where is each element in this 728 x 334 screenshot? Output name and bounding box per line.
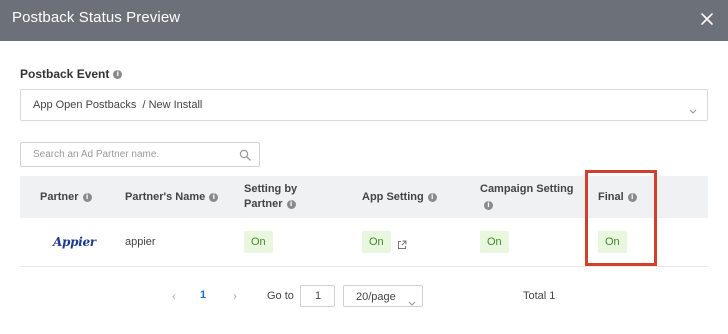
prev-page-button[interactable]: ‹ — [172, 289, 176, 303]
goto-page-input[interactable] — [300, 285, 335, 307]
partner-search-box — [20, 142, 260, 167]
total-count: Total 1 — [523, 290, 556, 302]
pagination: ‹ 1 › Go to 20/page Total 1 — [0, 284, 728, 308]
postback-event-label: Postback Event i — [20, 67, 123, 81]
column-final: Final i — [598, 190, 637, 205]
external-link-icon[interactable] — [397, 237, 407, 255]
column-campaign-setting: Campaign Setting i — [480, 183, 574, 210]
next-page-button[interactable]: › — [233, 289, 237, 303]
page-number-current[interactable]: 1 — [200, 289, 206, 301]
dialog-title: Postback Status Preview — [12, 9, 181, 26]
goto-label: Go to — [267, 290, 294, 302]
dialog-title-bar: Postback Status Preview — [0, 0, 728, 41]
partner-name-cell: appier — [125, 236, 156, 248]
partner-logo: Appier — [53, 235, 96, 249]
column-partner: Partner i — [40, 190, 92, 205]
setting-by-partner-badge: On — [244, 231, 273, 253]
final-badge: On — [598, 231, 627, 253]
column-partner-name: Partner's Name i — [125, 190, 219, 205]
page-size-value: 20/page — [356, 291, 396, 303]
table-row: Appier appier On On On On — [20, 218, 708, 267]
table-header: Partner i Partner's Name i Setting by Part… — [20, 176, 708, 218]
info-icon: i — [209, 193, 219, 202]
info-icon: i — [627, 193, 637, 202]
postback-event-value: App Open Postbacks / New Install — [33, 99, 203, 111]
close-icon[interactable] — [696, 8, 718, 30]
partner-search-input[interactable] — [21, 143, 233, 166]
info-icon: i — [286, 200, 296, 209]
chevron-down-icon — [689, 102, 697, 120]
app-setting-badge: On — [362, 231, 391, 253]
info-icon: i — [427, 193, 437, 202]
chevron-down-icon — [408, 294, 416, 312]
info-icon: i — [82, 193, 92, 202]
column-app-setting: App Setting i — [362, 190, 437, 205]
page-size-select[interactable]: 20/page — [343, 285, 423, 307]
info-icon: i — [484, 201, 493, 210]
search-icon[interactable] — [239, 148, 251, 166]
postback-event-select[interactable]: App Open Postbacks / New Install — [20, 89, 708, 121]
campaign-setting-badge: On — [480, 231, 509, 253]
column-setting-by-partner: Setting by Partner i — [244, 183, 298, 210]
info-icon: i — [113, 69, 123, 79]
